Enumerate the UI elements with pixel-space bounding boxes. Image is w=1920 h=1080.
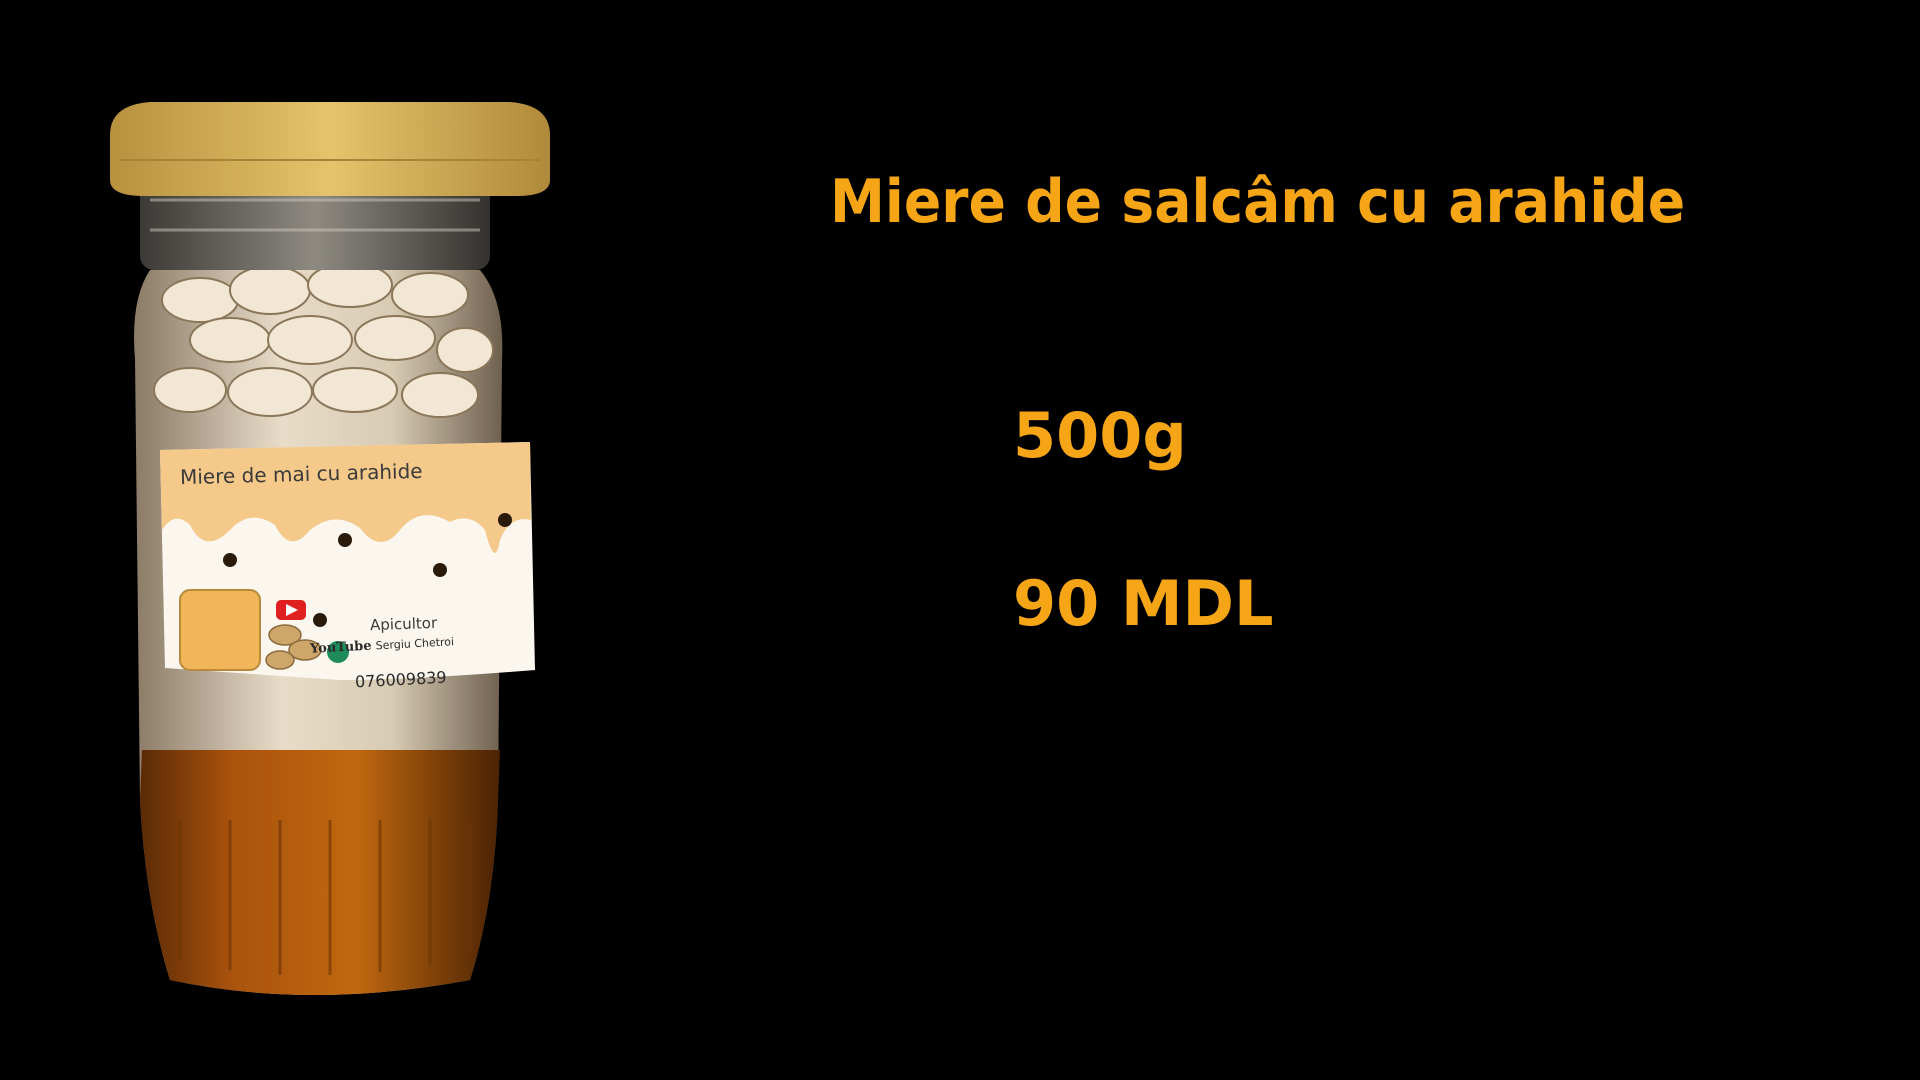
product-price: 90 MDL bbox=[1013, 567, 1274, 640]
channel-name: Sergiu Chetroi bbox=[375, 635, 455, 653]
product-card: Miere de mai cu arahide Apicultor YouTub… bbox=[0, 0, 1920, 1080]
youtube-brand: YouTube bbox=[309, 638, 372, 657]
product-weight: 500g bbox=[1013, 399, 1187, 472]
honey-jar-image: Miere de mai cu arahide Apicultor YouTub… bbox=[110, 100, 580, 1020]
product-title: Miere de salcâm cu arahide bbox=[830, 167, 1686, 237]
jar-label-producer: Apicultor bbox=[369, 613, 438, 635]
